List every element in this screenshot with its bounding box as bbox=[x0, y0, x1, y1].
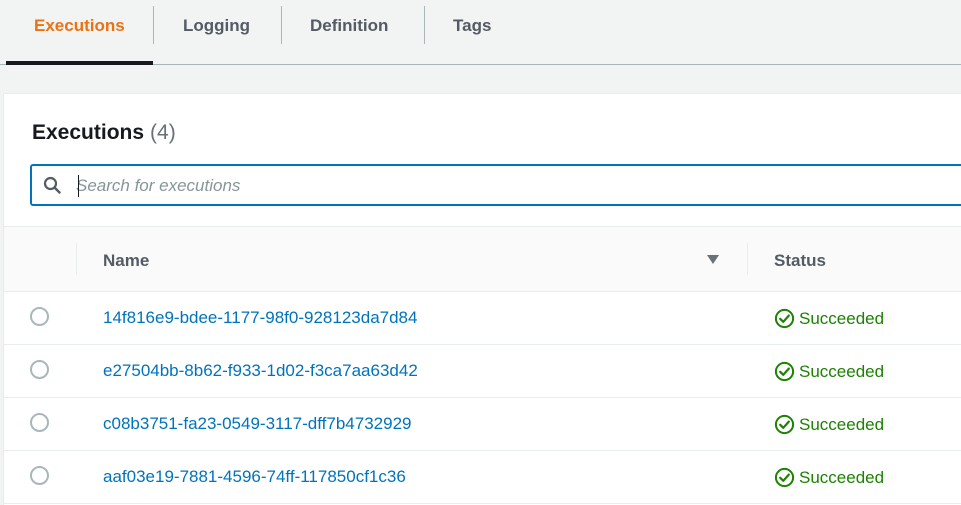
tab-divider bbox=[424, 6, 425, 44]
tab-definition[interactable]: Definition bbox=[310, 0, 388, 64]
text-cursor bbox=[78, 175, 79, 197]
check-circle-icon bbox=[774, 361, 795, 382]
panel-title: Executions (4) bbox=[32, 121, 176, 145]
row-select-radio[interactable] bbox=[30, 466, 49, 485]
table-row: 14f816e9-bdee-1177-98f0-928123da7d84 Suc… bbox=[4, 292, 961, 345]
check-circle-icon bbox=[774, 308, 795, 329]
table-row: e27504bb-8b62-f933-1d02-f3ca7aa63d42 Suc… bbox=[4, 345, 961, 398]
column-divider bbox=[76, 243, 77, 275]
caret-down-icon[interactable] bbox=[707, 255, 719, 264]
status-cell: Succeeded bbox=[774, 361, 884, 382]
tab-logging[interactable]: Logging bbox=[183, 0, 250, 64]
status-text: Succeeded bbox=[799, 414, 885, 434]
table-row: c08b3751-fa23-0549-3117-dff7b4732929 Suc… bbox=[4, 398, 961, 451]
executions-panel: Executions(4) Name Status 14f816e9-bdee-… bbox=[4, 93, 961, 505]
tab-divider bbox=[281, 6, 282, 44]
row-select-radio[interactable] bbox=[30, 307, 49, 326]
search-icon bbox=[43, 176, 61, 194]
status-text: Succeeded bbox=[799, 308, 885, 328]
tab-bar: Executions Logging Definition Tags bbox=[0, 0, 961, 65]
column-header-name[interactable]: Name bbox=[103, 251, 149, 271]
status-text: Succeeded bbox=[799, 361, 885, 381]
status-cell: Succeeded bbox=[774, 308, 884, 329]
panel-title-text: Executions bbox=[32, 121, 145, 144]
execution-name-link[interactable]: aaf03e19-7881-4596-74ff-117850cf1c36 bbox=[103, 467, 406, 487]
table-row: aaf03e19-7881-4596-74ff-117850cf1c36 Suc… bbox=[4, 451, 961, 504]
execution-name-link[interactable]: e27504bb-8b62-f933-1d02-f3ca7aa63d42 bbox=[103, 361, 418, 381]
check-circle-icon bbox=[774, 414, 795, 435]
status-text: Succeeded bbox=[799, 467, 885, 487]
status-cell: Succeeded bbox=[774, 467, 884, 488]
search-box[interactable] bbox=[30, 164, 961, 206]
column-header-status[interactable]: Status bbox=[774, 251, 826, 271]
execution-name-link[interactable]: 14f816e9-bdee-1177-98f0-928123da7d84 bbox=[103, 308, 417, 328]
status-cell: Succeeded bbox=[774, 414, 884, 435]
column-divider bbox=[747, 243, 748, 275]
execution-name-link[interactable]: c08b3751-fa23-0549-3117-dff7b4732929 bbox=[103, 414, 411, 434]
check-circle-icon bbox=[774, 467, 795, 488]
row-select-radio[interactable] bbox=[30, 360, 49, 379]
row-select-radio[interactable] bbox=[30, 413, 49, 432]
active-tab-indicator bbox=[6, 61, 153, 65]
table-header: Name Status bbox=[4, 226, 961, 292]
tab-executions[interactable]: Executions bbox=[34, 0, 125, 64]
tab-tags[interactable]: Tags bbox=[453, 0, 491, 64]
search-input[interactable] bbox=[76, 174, 936, 198]
execution-count: (4) bbox=[150, 121, 176, 144]
tab-divider bbox=[153, 6, 154, 44]
